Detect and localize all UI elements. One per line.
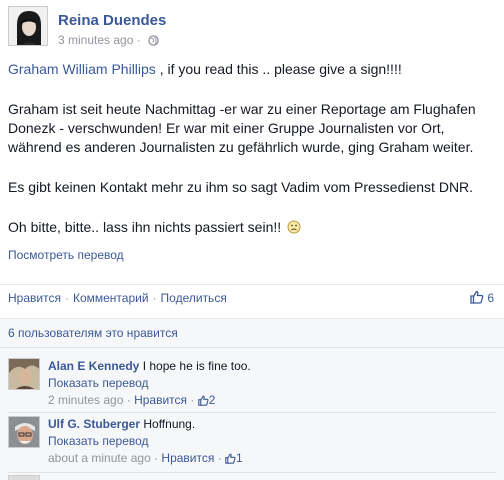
comment-item: Alan E Kennedy I hope he is fine too. По… [8,358,496,414]
comment-like-button[interactable]: Нравится [161,451,214,465]
next-comment-avatar [8,475,40,480]
like-count-value[interactable]: 6 [487,291,494,305]
post-line1-text: , if you read this .. please give a sign… [155,61,402,77]
like-count[interactable]: 6 [470,290,494,305]
comment-text: Hoffnung. [140,417,196,431]
post-time[interactable]: 3 minutes ago [58,33,133,47]
comment-like-button[interactable]: Нравится [134,393,187,407]
comment-time[interactable]: 2 minutes ago [48,393,123,407]
comment-author[interactable]: Ulf G. Stuberger [48,417,140,431]
comment-divider [8,412,496,413]
post-paragraph-4-text: Oh bitte, bitte.. lass ihn nichts passie… [8,219,282,235]
post-paragraph-1: Graham William Phillips , if you read th… [8,60,496,79]
comment-author[interactable]: Alan E Kennedy [48,359,139,373]
post-paragraph-3: Es gibt keinen Kontakt mehr zu ihm so sa… [8,179,474,195]
likes-summary-text[interactable]: 6 пользователям это нравится [8,326,178,340]
comment-avatar[interactable] [8,416,40,448]
likes-summary: 6 пользователям это нравится [0,318,504,348]
thumbs-up-icon [470,290,484,304]
post-header: Reina Duendes 3 minutes ago · [8,6,496,50]
post-paragraph-4: Oh bitte, bitte.. lass ihn nichts passie… [8,218,496,237]
comments-list: Alan E Kennedy I hope he is fine too. По… [0,348,504,480]
comment-divider [8,472,496,473]
author-avatar[interactable] [8,6,48,46]
comment-avatar[interactable] [8,358,40,390]
comment-meta: about a minute ago · Нравится · 1 [48,451,243,465]
see-translation-link[interactable]: Посмотреть перевод [8,248,124,262]
comment-translate-link[interactable]: Показать перевод [48,375,251,392]
comment-like-count[interactable]: 2 [209,393,216,407]
post-actions: Нравится · Комментарий · Поделиться 6 [0,284,504,312]
like-button[interactable]: Нравится [8,291,61,305]
post-meta: 3 minutes ago · [58,33,159,47]
comment-like-count[interactable]: 1 [236,451,243,465]
mention-link[interactable]: Graham William Phillips [8,61,156,77]
comment-body: Ulf G. Stuberger Hoffnung. Показать пере… [48,416,243,467]
comment-meta: 2 minutes ago · Нравится · 2 [48,393,216,407]
post-content: Graham William Phillips , if you read th… [8,60,496,237]
share-button[interactable]: Поделиться [161,291,227,305]
comment-body: Alan E Kennedy I hope he is fine too. По… [48,358,251,409]
thumbs-up-icon [225,453,236,464]
comment-translate-link[interactable]: Показать перевод [48,433,243,450]
globe-icon[interactable] [148,35,159,47]
post-paragraph-2: Graham ist seit heute Nachmittag -er war… [8,101,476,155]
thumbs-up-icon [197,395,209,406]
comment-text: I hope he is fine too. [139,359,251,373]
sad-face-icon [287,220,301,234]
comment-button[interactable]: Комментарий [73,291,149,305]
comment-time[interactable]: about a minute ago [48,451,151,465]
post-author[interactable]: Reina Duendes [58,12,166,29]
comment-item: Ulf G. Stuberger Hoffnung. Показать пере… [8,416,496,472]
